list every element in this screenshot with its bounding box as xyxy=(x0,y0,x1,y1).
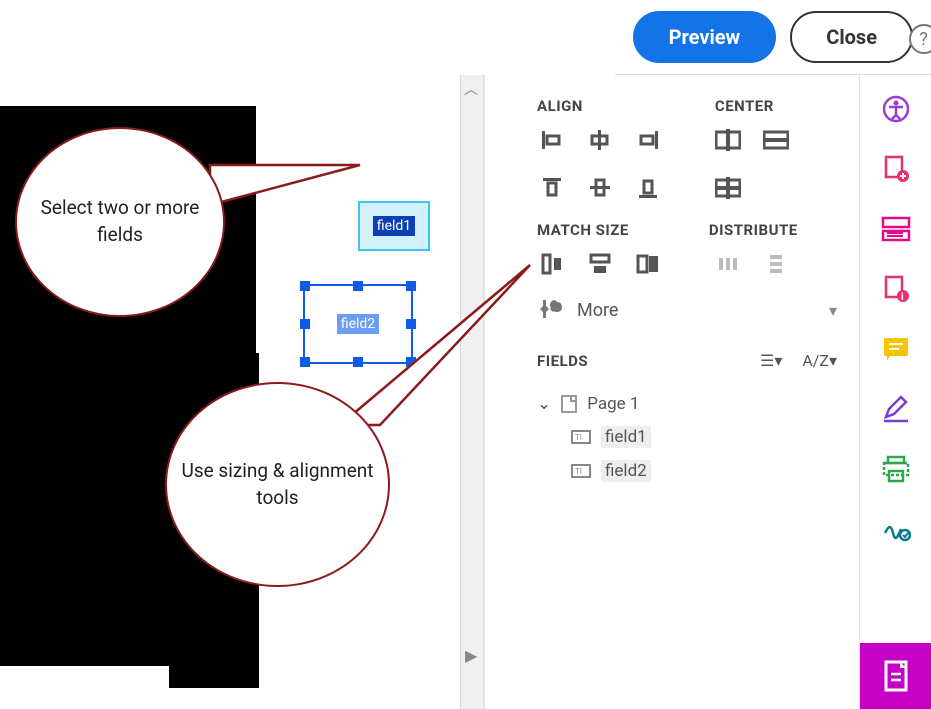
more-options[interactable]: More ▾ xyxy=(537,297,837,323)
distribute-h-icon xyxy=(713,249,743,279)
pdf-info-icon[interactable]: i xyxy=(880,273,912,305)
callout-sizing-tools: Use sizing & alignment tools xyxy=(165,382,390,587)
callout-tail xyxy=(330,260,550,430)
comment-icon[interactable] xyxy=(880,333,912,365)
page-icon xyxy=(561,395,577,413)
field-label: field1 xyxy=(373,216,415,236)
scroll-up-icon[interactable]: ︿ xyxy=(464,79,478,99)
center-h-icon[interactable] xyxy=(713,125,743,155)
align-middle-v-icon[interactable] xyxy=(585,173,615,203)
tool-rail: i xyxy=(859,75,931,709)
align-section-title: ALIGN xyxy=(537,97,583,115)
center-both-icon[interactable] xyxy=(713,173,743,203)
svg-text:TI: TI xyxy=(575,467,582,476)
help-icon: ? xyxy=(919,29,928,50)
edit-icon[interactable] xyxy=(880,393,912,425)
callout-select-fields: Select two or more fields xyxy=(15,127,225,317)
resize-handle[interactable] xyxy=(300,357,310,367)
text-field-icon: TI xyxy=(571,464,591,478)
align-left-icon[interactable] xyxy=(537,125,567,155)
align-top-icon[interactable] xyxy=(537,173,567,203)
preview-button[interactable]: Preview xyxy=(633,11,777,63)
svg-text:i: i xyxy=(901,292,904,303)
field-name: field1 xyxy=(601,426,651,448)
distribute-section-title: DISTRIBUTE xyxy=(709,221,798,239)
align-center-h-icon[interactable] xyxy=(585,125,615,155)
align-bottom-icon[interactable] xyxy=(633,173,663,203)
resize-handle[interactable] xyxy=(300,281,310,291)
tree-field-row[interactable]: TI field1 xyxy=(537,420,837,454)
svg-text:TI: TI xyxy=(575,433,582,442)
scroll-expand-icon[interactable]: ▶ xyxy=(465,646,477,665)
chevron-down-icon: ▾ xyxy=(829,301,837,320)
field-name: field2 xyxy=(601,460,651,482)
page-label: Page 1 xyxy=(587,394,639,414)
print-icon[interactable] xyxy=(880,453,912,485)
match-height-icon[interactable] xyxy=(585,249,615,279)
sort-alpha-icon[interactable]: A/Z▾ xyxy=(802,351,837,370)
tree-page-row[interactable]: ⌄ Page 1 xyxy=(537,388,837,420)
accessibility-icon[interactable] xyxy=(880,93,912,125)
match-both-icon[interactable] xyxy=(633,249,663,279)
top-toolbar: ? Preview Close xyxy=(615,0,931,75)
prepare-form-icon[interactable] xyxy=(860,643,931,709)
center-v-icon[interactable] xyxy=(761,125,791,155)
match-size-section-title: MATCH SIZE xyxy=(537,221,629,239)
center-section-title: CENTER xyxy=(715,97,774,115)
sort-order-icon[interactable]: ☰▾ xyxy=(760,351,782,370)
sign-icon[interactable] xyxy=(880,513,912,545)
help-button[interactable]: ? xyxy=(909,24,931,54)
align-right-icon[interactable] xyxy=(633,125,663,155)
close-button[interactable]: Close xyxy=(790,11,913,63)
text-field-icon: TI xyxy=(571,430,591,444)
organize-icon[interactable] xyxy=(880,213,912,245)
tree-field-row[interactable]: TI field2 xyxy=(537,454,837,488)
distribute-v-icon xyxy=(761,249,791,279)
add-pdf-icon[interactable] xyxy=(880,153,912,185)
more-label: More xyxy=(577,300,618,321)
resize-handle[interactable] xyxy=(300,319,310,329)
